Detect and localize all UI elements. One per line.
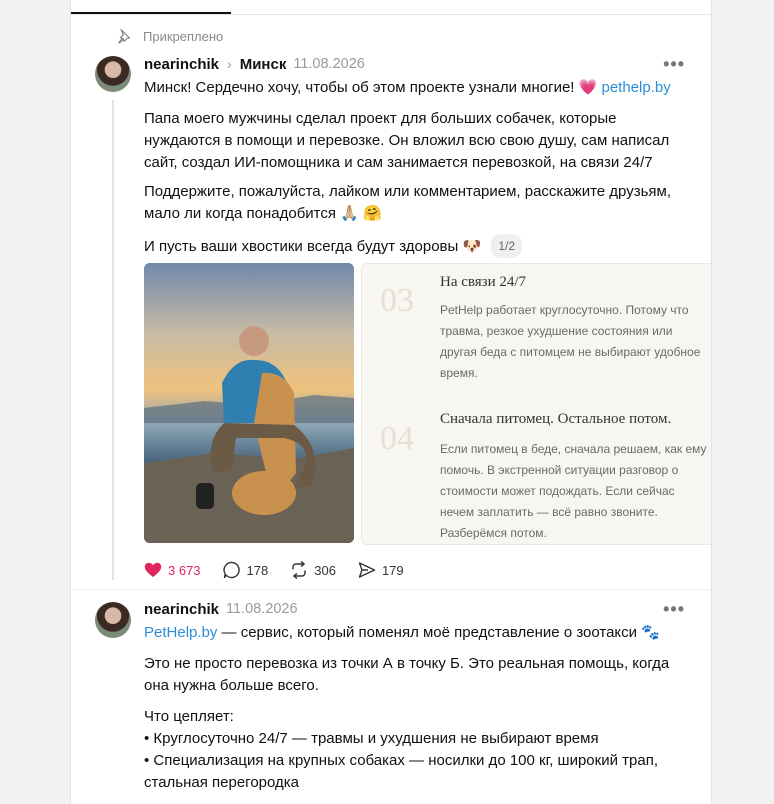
list-title: Что цепляет: xyxy=(144,708,234,725)
link-pethelp[interactable]: PetHelp.by xyxy=(144,624,217,641)
more-options-icon[interactable]: ••• xyxy=(663,599,685,620)
comment-icon xyxy=(222,561,240,579)
post-paragraph: И пусть ваши хвостики всегда будут здоро… xyxy=(144,234,684,258)
like-button[interactable]: 3 673 xyxy=(144,562,201,578)
paragraph-text: Папа моего мужчины сделал проект для бол… xyxy=(144,110,670,171)
slide-heading: Сначала питомец. Остальное потом. xyxy=(440,411,672,427)
heart-icon xyxy=(144,562,162,577)
list-item: • Круглосуточно 24/7 — травмы и ухудшени… xyxy=(144,730,599,747)
comment-count: 178 xyxy=(246,562,269,578)
post-header: nearinchik › Минск 11.08.2026 xyxy=(144,53,365,75)
username[interactable]: nearinchik xyxy=(144,601,219,618)
slide-number: 04 xyxy=(380,420,414,457)
post-date[interactable]: 11.08.2026 xyxy=(293,56,365,72)
slide-text: Если питомец в беде, сначала решаем, как… xyxy=(440,442,707,540)
post-text-line1: PetHelp.by — сервис, который поменял моё… xyxy=(144,622,684,644)
topic-tag[interactable]: Минск xyxy=(240,56,287,73)
like-count: 3 673 xyxy=(168,562,201,578)
paragraph-text: Поддержите, пожалуйста, лайком или комме… xyxy=(144,183,672,222)
media-counter: 1/2 xyxy=(491,234,523,258)
slide-text: PetHelp работает круглосуточно. Потому ч… xyxy=(440,303,701,380)
avatar[interactable] xyxy=(95,602,131,638)
post-divider xyxy=(71,589,711,590)
share-count: 179 xyxy=(381,562,404,578)
paragraph-text: И пусть ваши хвостики всегда будут здоро… xyxy=(144,238,482,255)
list-item: • Специализация на крупных собаках — нос… xyxy=(144,752,658,791)
info-slide[interactable]: 03 На связи 24/7 PetHelp работает кругло… xyxy=(361,263,711,545)
send-icon xyxy=(358,562,376,578)
repost-count: 306 xyxy=(314,562,336,578)
tab-divider xyxy=(71,14,711,15)
post-paragraph: Это не просто перевозка из точки А в точ… xyxy=(144,653,684,697)
post-actions: 3 673 178 306 179 xyxy=(144,561,426,579)
avatar[interactable] xyxy=(95,56,131,92)
repost-icon xyxy=(292,561,306,579)
feed-column: Прикреплено nearinchik › Минск 11.08.202… xyxy=(70,0,712,804)
username[interactable]: nearinchik xyxy=(144,56,219,73)
link-pethelp[interactable]: pethelp.by xyxy=(602,79,671,96)
heart-emoji: 💗 xyxy=(578,79,598,96)
thread-line xyxy=(112,100,114,580)
chevron-right-icon: › xyxy=(227,56,232,72)
post-header: nearinchik 11.08.2026 xyxy=(144,598,298,620)
slide-heading: На связи 24/7 xyxy=(440,274,527,290)
post-date[interactable]: 11.08.2026 xyxy=(226,601,298,617)
repost-button[interactable]: 306 xyxy=(290,561,336,579)
pinned-label: Прикреплено xyxy=(115,26,223,46)
text-segment: — сервис, который поменял моё представле… xyxy=(221,624,660,641)
post-list: Что цепляет: • Круглосуточно 24/7 — трав… xyxy=(144,706,684,794)
pinned-text: Прикреплено xyxy=(143,28,224,44)
paragraph-text: Это не просто перевозка из точки А в точ… xyxy=(144,655,670,694)
pin-icon xyxy=(115,28,131,44)
text-segment: Минск! Сердечно хочу, чтобы об этом прое… xyxy=(144,79,575,96)
post-paragraph: Поддержите, пожалуйста, лайком или комме… xyxy=(144,181,684,225)
share-button[interactable]: 179 xyxy=(358,561,404,579)
post-paragraph: Папа моего мужчины сделал проект для бол… xyxy=(144,108,684,174)
more-options-icon[interactable]: ••• xyxy=(663,54,685,75)
post-text-line1: Минск! Сердечно хочу, чтобы об этом прое… xyxy=(144,77,684,99)
post-photo[interactable] xyxy=(144,263,354,543)
slide-number: 03 xyxy=(380,282,414,319)
comment-button[interactable]: 178 xyxy=(222,561,269,579)
